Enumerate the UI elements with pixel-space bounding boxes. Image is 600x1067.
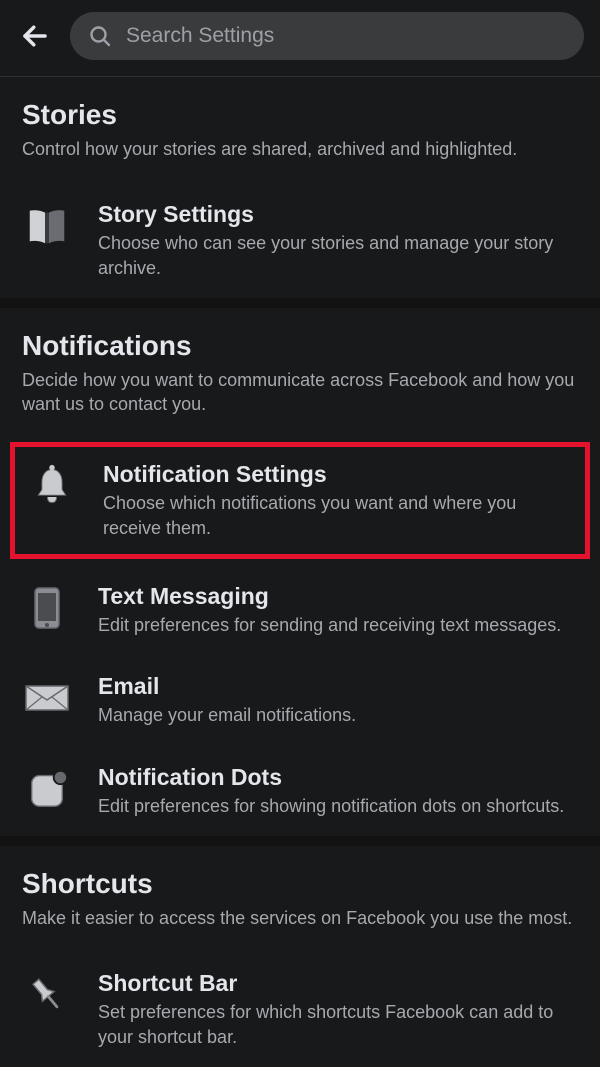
story-settings-desc: Choose who can see your stories and mana… [98, 231, 578, 280]
text-messaging-desc: Edit preferences for sending and receivi… [98, 613, 578, 637]
notification-settings-item[interactable]: Notification Settings Choose which notif… [15, 447, 585, 554]
story-settings-title: Story Settings [98, 201, 578, 228]
story-settings-item[interactable]: Story Settings Choose who can see your s… [0, 183, 600, 298]
shortcut-bar-item[interactable]: Shortcut Bar Set preferences for which s… [0, 952, 600, 1067]
notification-dots-title: Notification Dots [98, 764, 578, 791]
search-input[interactable]: Search Settings [70, 12, 584, 60]
section-stories: Stories Control how your stories are sha… [0, 77, 600, 183]
notification-dots-desc: Edit preferences for showing notificatio… [98, 794, 578, 818]
header: Search Settings [0, 0, 600, 77]
shortcuts-title: Shortcuts [22, 868, 578, 900]
notifications-desc: Decide how you want to communicate acros… [22, 368, 578, 417]
app-dot-icon [22, 764, 72, 814]
section-shortcuts: Shortcuts Make it easier to access the s… [0, 846, 600, 952]
notification-dots-item[interactable]: Notification Dots Edit preferences for s… [0, 746, 600, 836]
shortcut-bar-title: Shortcut Bar [98, 970, 578, 997]
notification-settings-title: Notification Settings [103, 461, 573, 488]
text-messaging-title: Text Messaging [98, 583, 578, 610]
email-item[interactable]: Email Manage your email notifications. [0, 655, 600, 745]
notifications-title: Notifications [22, 330, 578, 362]
section-notifications: Notifications Decide how you want to com… [0, 308, 600, 439]
notification-settings-desc: Choose which notifications you want and … [103, 491, 573, 540]
back-arrow-icon [20, 21, 50, 51]
pin-icon [22, 970, 72, 1020]
section-divider [0, 298, 600, 308]
highlight-box: Notification Settings Choose which notif… [10, 442, 590, 559]
stories-title: Stories [22, 99, 578, 131]
book-icon [22, 201, 72, 251]
text-messaging-item[interactable]: Text Messaging Edit preferences for send… [0, 565, 600, 655]
section-divider [0, 836, 600, 846]
email-desc: Manage your email notifications. [98, 703, 578, 727]
email-title: Email [98, 673, 578, 700]
search-placeholder: Search Settings [126, 24, 274, 48]
stories-desc: Control how your stories are shared, arc… [22, 137, 578, 161]
phone-icon [22, 583, 72, 633]
shortcut-bar-desc: Set preferences for which shortcuts Face… [98, 1000, 578, 1049]
bell-icon [27, 461, 77, 511]
shortcuts-desc: Make it easier to access the services on… [22, 906, 578, 930]
search-icon [88, 24, 112, 48]
back-button[interactable] [16, 17, 54, 55]
envelope-icon [22, 673, 72, 723]
